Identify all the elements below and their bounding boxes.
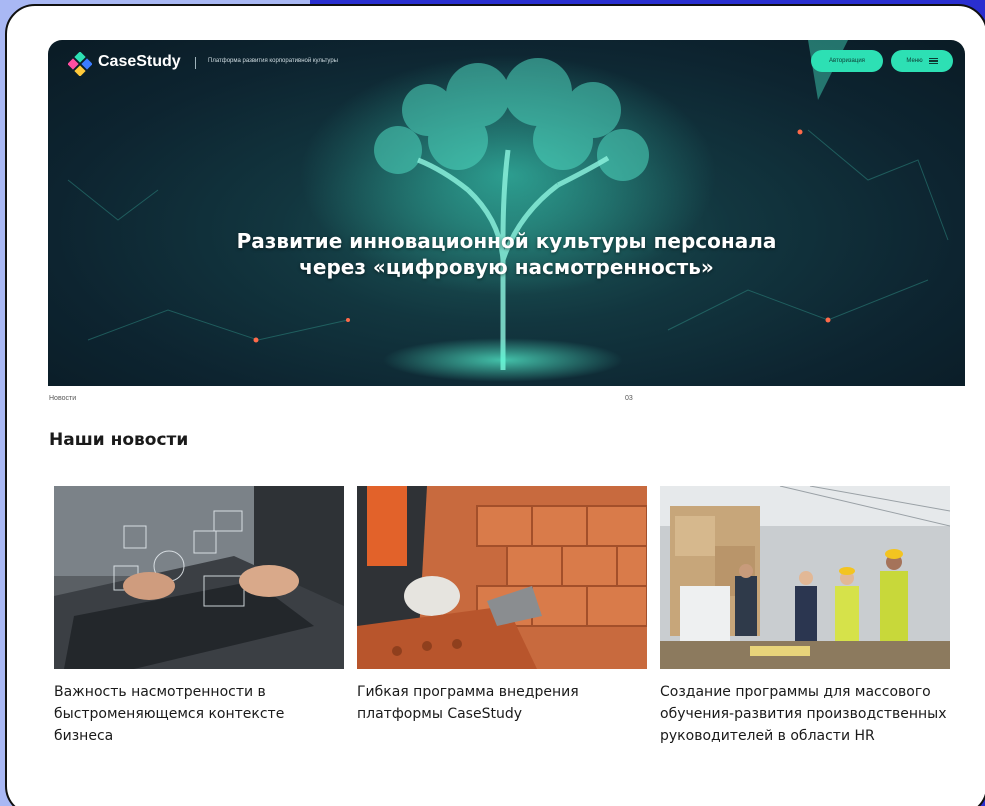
top-navigation: CaseStudy Платформа развития корпоративн… — [48, 40, 965, 86]
news-image-laptop[interactable] — [54, 486, 344, 669]
news-title[interactable]: Гибкая программа внедрения платформы Cas… — [357, 681, 647, 725]
logo-icon[interactable] — [68, 52, 92, 76]
news-card[interactable]: Создание программы для массового обучени… — [660, 486, 950, 747]
tagline: Платформа развития корпоративной культур… — [208, 58, 338, 64]
login-button[interactable]: Авторизация — [811, 50, 883, 72]
news-image-bricklayer[interactable] — [357, 486, 647, 669]
menu-button-label: Меню — [906, 58, 923, 64]
news-card[interactable]: Важность насмотренности в быстроменяющем… — [54, 486, 344, 747]
news-image-warehouse[interactable] — [660, 486, 950, 669]
hero-banner: CaseStudy Платформа развития корпоративн… — [48, 40, 965, 386]
breadcrumb[interactable]: Новости — [49, 395, 76, 402]
browser-frame: CaseStudy Платформа развития корпоративн… — [5, 4, 985, 806]
hamburger-icon — [928, 58, 938, 64]
hero-title-line-1: Развитие инновационной культуры персонал… — [236, 229, 777, 253]
news-title[interactable]: Важность насмотренности в быстроменяющем… — [54, 681, 344, 747]
hero-title-line-2: через «цифровую насмотренность» — [299, 255, 714, 279]
logo-divider — [195, 57, 196, 69]
news-card[interactable]: Гибкая программа внедрения платформы Cas… — [357, 486, 647, 725]
section-counter: 03 — [625, 395, 633, 402]
login-button-label: Авторизация — [829, 58, 865, 64]
section-title: Наши новости — [49, 430, 189, 450]
news-title[interactable]: Создание программы для массового обучени… — [660, 681, 950, 747]
hero-tree-illustration — [67, 40, 949, 382]
menu-button[interactable]: Меню — [891, 50, 953, 72]
hero-title: Развитие инновационной культуры персонал… — [48, 228, 965, 280]
logo-text[interactable]: CaseStudy — [98, 53, 181, 71]
